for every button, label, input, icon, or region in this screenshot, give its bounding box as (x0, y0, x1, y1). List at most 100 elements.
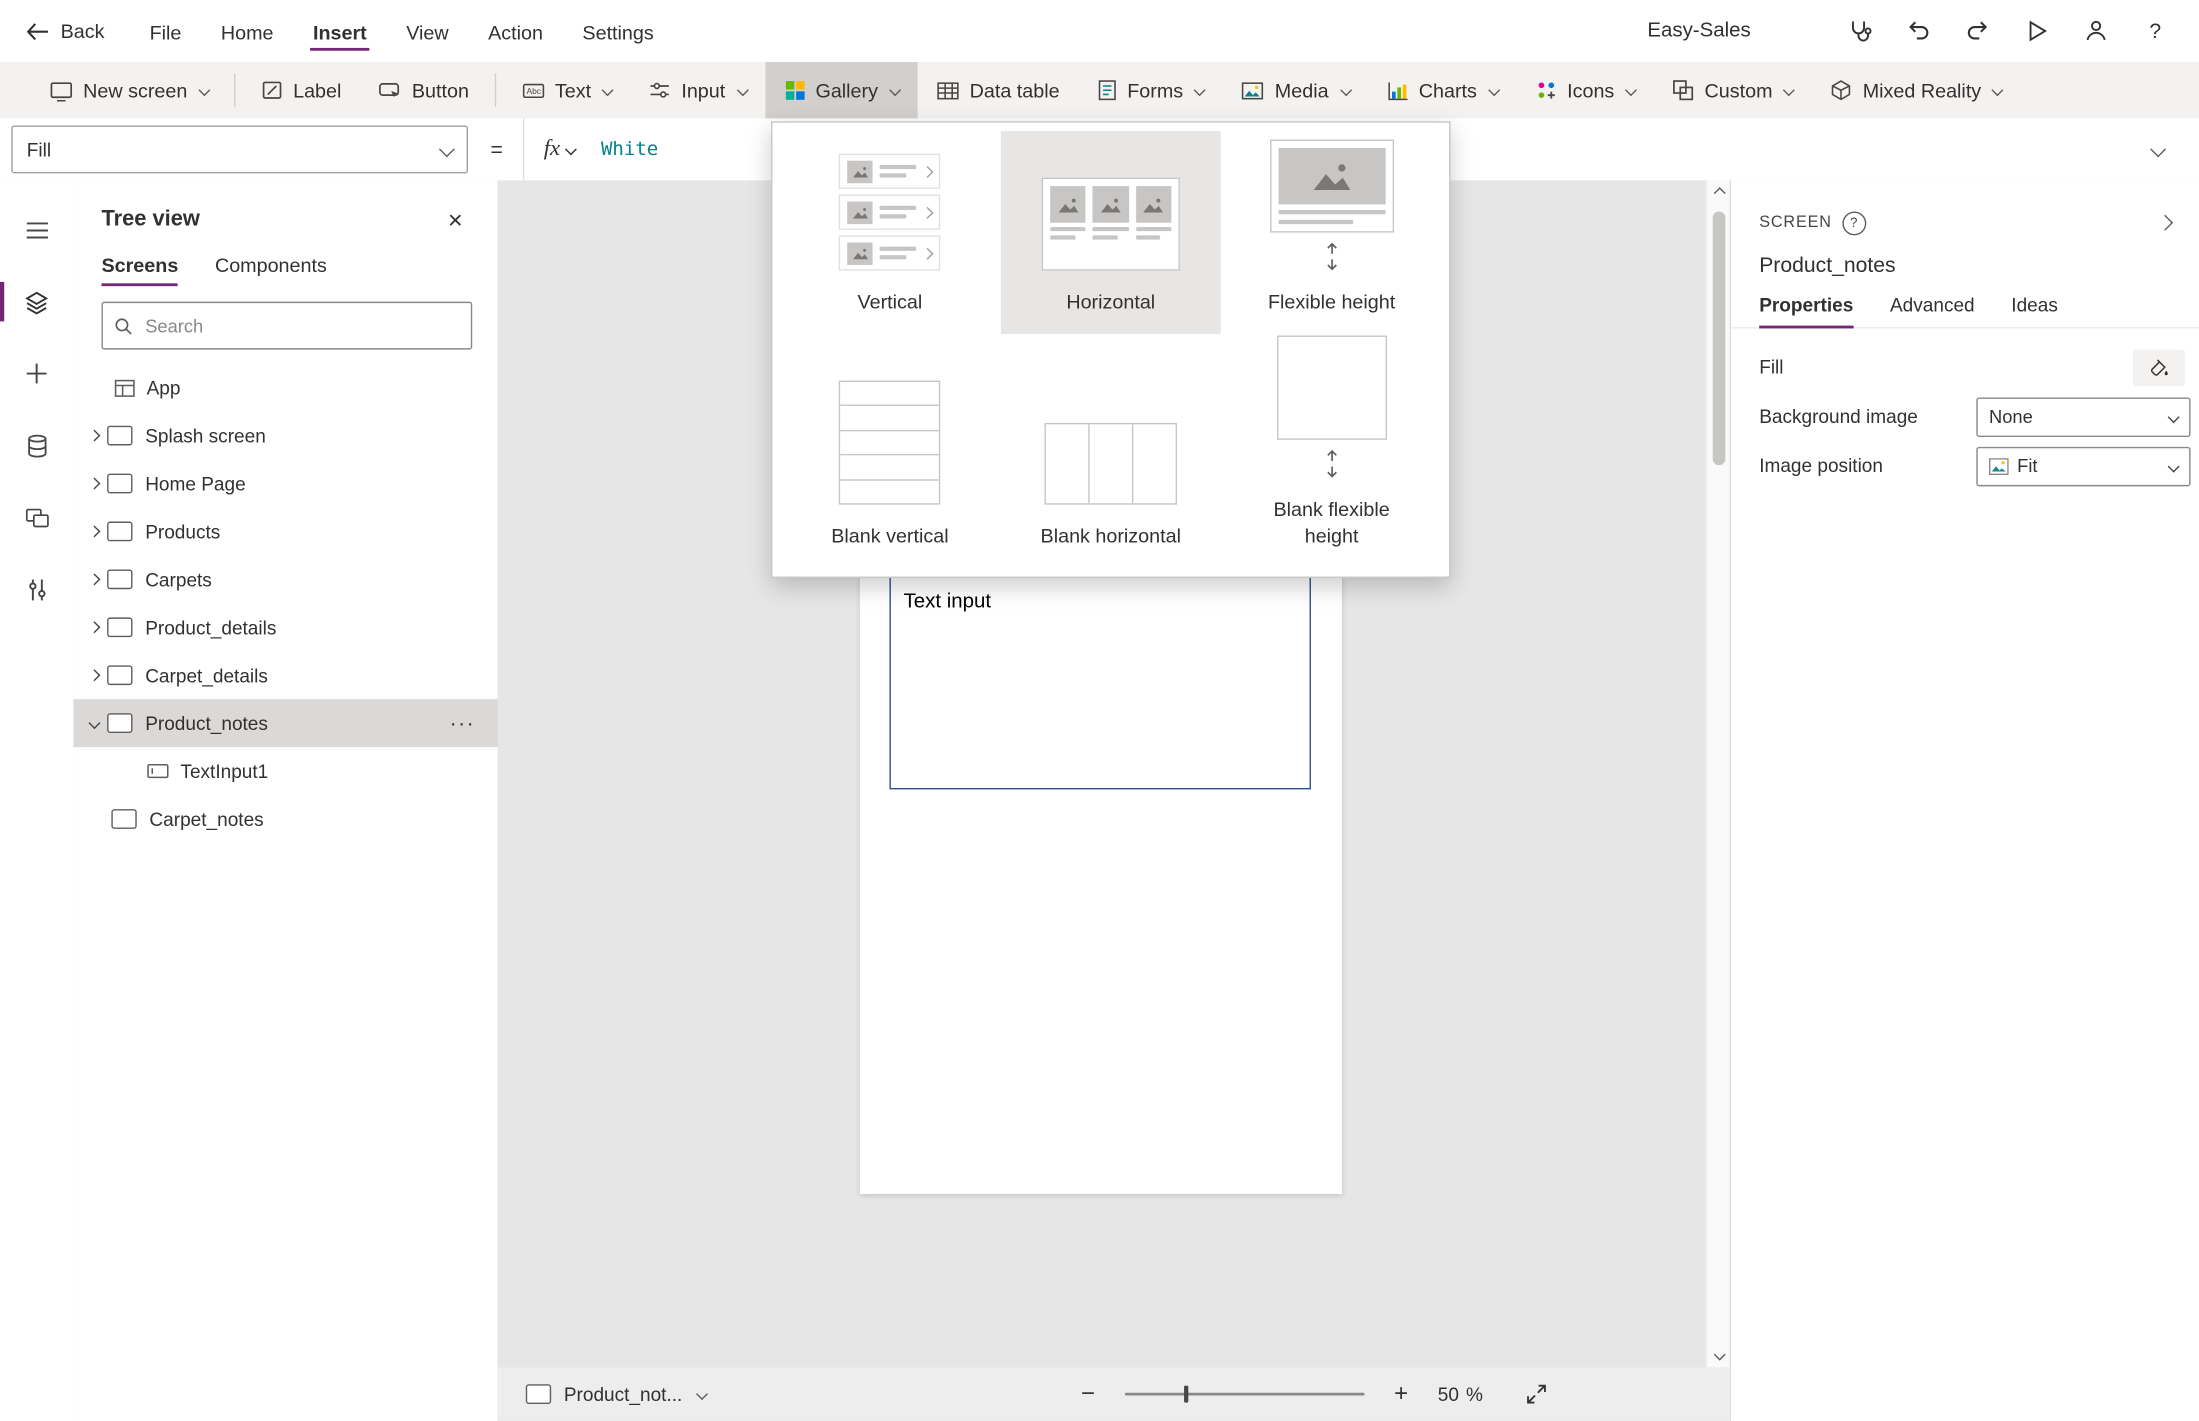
media-menu-button[interactable]: Media (1223, 62, 1368, 118)
formula-text[interactable]: White (601, 138, 658, 161)
flexible-height-gallery-thumbnail (1270, 140, 1394, 233)
gallery-option-vertical[interactable]: Vertical (780, 131, 1001, 334)
tab-components[interactable]: Components (215, 248, 327, 286)
property-selector[interactable]: Fill (11, 125, 468, 173)
menu-view[interactable]: View (386, 4, 468, 58)
fit-to-window-button[interactable] (1525, 1383, 1548, 1406)
zoom-value: 50 (1438, 1384, 1459, 1405)
menu-settings[interactable]: Settings (563, 4, 674, 58)
menu-home[interactable]: Home (201, 4, 293, 58)
undo-button[interactable] (1895, 7, 1943, 55)
rail-selected-indicator (0, 282, 4, 321)
chevron-right-icon[interactable] (88, 573, 100, 585)
more-options-button[interactable]: ··· (450, 711, 484, 735)
tree-view-title: Tree view (101, 207, 199, 232)
menu-action[interactable]: Action (468, 4, 562, 58)
tree-item-home-page[interactable]: Home Page (73, 460, 497, 508)
input-menu-button[interactable]: Input (631, 62, 765, 118)
scroll-down-icon[interactable] (1707, 1342, 1731, 1367)
gallery-option-blank-horizontal[interactable]: Blank horizontal (1000, 334, 1221, 568)
label-button[interactable]: Label (242, 62, 359, 118)
tree-item-carpets[interactable]: Carpets (73, 555, 497, 603)
tree-list: App Splash screen Home Page Products Car (73, 364, 497, 843)
chevron-right-icon[interactable] (88, 430, 100, 442)
tree-item-textinput1[interactable]: TextInput1 (73, 747, 497, 795)
help-button[interactable]: ? (2131, 7, 2179, 55)
play-preview-button[interactable] (2013, 7, 2061, 55)
back-button[interactable]: Back (25, 20, 104, 43)
app-checker-button[interactable] (1835, 7, 1883, 55)
rail-insert-button[interactable] (0, 341, 73, 406)
zoom-out-button[interactable]: − (1074, 1380, 1102, 1408)
top-menu-bar: Back File Home Insert View Action Settin… (0, 0, 2199, 62)
chevron-down-icon[interactable] (88, 717, 100, 729)
menu-file[interactable]: File (130, 4, 201, 58)
tree-item-app[interactable]: App (73, 364, 497, 412)
text-input-control[interactable]: Text input (889, 571, 1310, 789)
gallery-menu-button[interactable]: Gallery (765, 62, 918, 118)
canvas-scrollbar[interactable] (1706, 180, 1731, 1367)
scroll-up-icon[interactable] (1707, 180, 1731, 205)
gallery-dropdown-menu: Vertical Horizontal Flexible heig (771, 121, 1450, 578)
custom-menu-button[interactable]: Custom (1654, 62, 1812, 118)
mixed-reality-menu-button[interactable]: Mixed Reality (1812, 62, 2021, 118)
charts-icon (1386, 80, 1409, 101)
rail-advanced-tools-button[interactable] (0, 557, 73, 622)
chevron-right-icon[interactable] (88, 525, 100, 537)
panel-collapse-button[interactable] (2148, 206, 2182, 240)
image-position-value: Fit (2017, 455, 2037, 476)
redo-button[interactable] (1954, 7, 2002, 55)
chevron-right-icon[interactable] (88, 478, 100, 490)
account-button[interactable] (2072, 7, 2120, 55)
formula-bar-expand-button[interactable] (2140, 131, 2177, 168)
image-position-dropdown[interactable]: Fit (1976, 446, 2190, 485)
rail-data-button[interactable] (0, 413, 73, 478)
search-input[interactable] (142, 314, 459, 338)
screen-selector[interactable]: Product_not... (526, 1384, 707, 1405)
screen-icon (107, 665, 132, 685)
rail-tree-view-button[interactable] (0, 269, 73, 334)
fx-button[interactable]: fx (544, 137, 576, 162)
tree-item-carpet-notes[interactable]: Carpet_notes (73, 795, 497, 843)
gallery-option-horizontal[interactable]: Horizontal (1000, 131, 1221, 334)
close-icon[interactable]: × (438, 203, 472, 237)
menu-insert[interactable]: Insert (293, 4, 386, 58)
gallery-option-flexible-height[interactable]: Flexible height (1221, 131, 1442, 334)
label-icon (261, 79, 284, 102)
properties-tabs: Properties Advanced Ideas (1731, 281, 2199, 329)
forms-menu-button[interactable]: Forms (1078, 62, 1223, 118)
hamburger-icon (25, 221, 49, 239)
button-button[interactable]: Button (360, 62, 488, 118)
chevron-right-icon[interactable] (88, 669, 100, 681)
tab-advanced[interactable]: Advanced (1890, 289, 1975, 327)
gallery-option-blank-flexible-height[interactable]: Blank flexible height (1221, 334, 1442, 568)
new-screen-button[interactable]: New screen (31, 62, 227, 118)
tab-properties[interactable]: Properties (1759, 289, 1853, 327)
background-image-dropdown[interactable]: None (1976, 397, 2190, 436)
scrollbar-thumb[interactable] (1713, 211, 1726, 465)
text-menu-button[interactable]: Abc Text (503, 62, 631, 118)
chevron-right-icon[interactable] (88, 621, 100, 633)
gallery-option-blank-vertical[interactable]: Blank vertical (780, 334, 1001, 568)
zoom-in-button[interactable]: + (1387, 1380, 1415, 1408)
icons-menu-button[interactable]: Icons (1516, 62, 1653, 118)
tab-ideas[interactable]: Ideas (2011, 289, 2058, 327)
database-icon (26, 433, 47, 457)
zoom-slider[interactable] (1125, 1384, 1365, 1404)
tab-screens[interactable]: Screens (101, 248, 178, 286)
charts-menu-button[interactable]: Charts (1368, 62, 1516, 118)
help-circle-icon[interactable]: ? (1842, 211, 1866, 235)
tree-search[interactable] (101, 302, 472, 350)
fill-color-button[interactable] (2133, 349, 2185, 386)
rail-hamburger-button[interactable] (0, 197, 73, 262)
zoom-slider-thumb[interactable] (1184, 1386, 1188, 1403)
undo-icon (1906, 18, 1931, 43)
tree-item-products[interactable]: Products (73, 507, 497, 555)
tree-item-splash-screen[interactable]: Splash screen (73, 412, 497, 460)
data-table-button[interactable]: Data table (917, 62, 1077, 118)
tree-item-product-notes[interactable]: Product_notes ··· (73, 699, 497, 747)
tree-item-product-details[interactable]: Product_details (73, 603, 497, 651)
tree-item-carpet-details[interactable]: Carpet_details (73, 651, 497, 699)
rail-media-button[interactable] (0, 485, 73, 550)
chevron-down-icon (1488, 84, 1500, 96)
